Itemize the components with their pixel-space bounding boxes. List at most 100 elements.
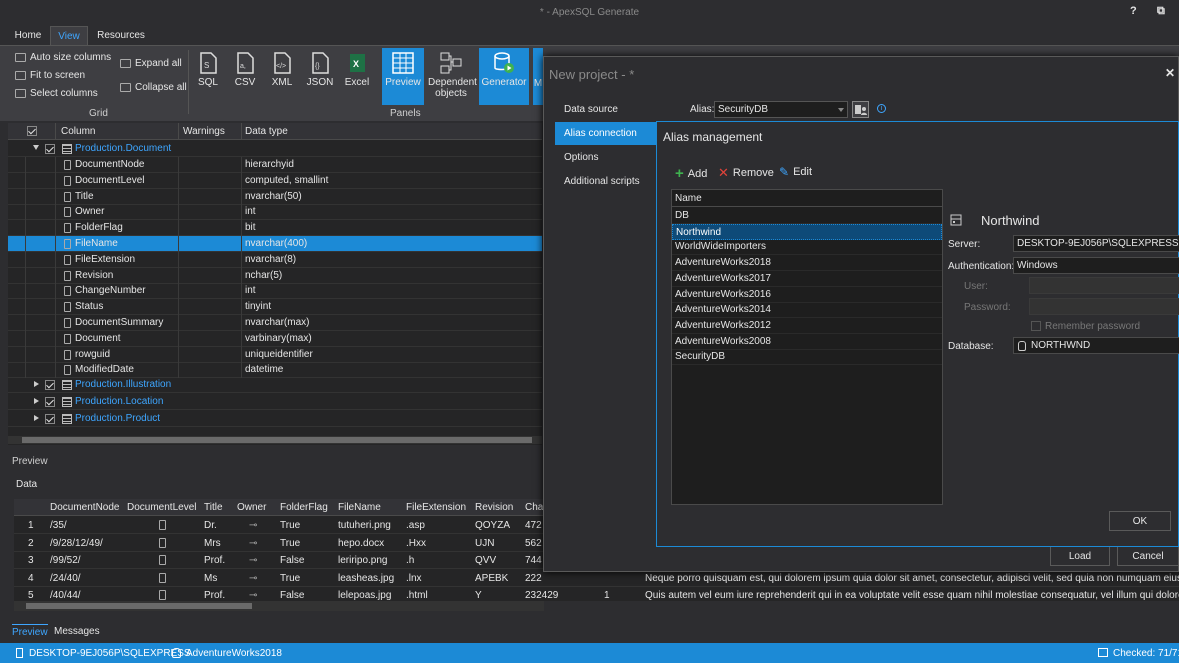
preview-col-header[interactable]: Title — [204, 502, 223, 513]
restore-button[interactable]: ⧉ — [1157, 5, 1165, 18]
generator-button[interactable]: Generator — [479, 48, 529, 105]
preview-col-header[interactable]: FolderFlag — [280, 502, 328, 513]
select-all-checkbox[interactable] — [27, 126, 37, 136]
remove-alias-button[interactable]: ✕ Remove — [718, 165, 774, 181]
alias-list-item[interactable]: AdventureWorks2018 — [672, 255, 942, 272]
alias-list-item[interactable]: AdventureWorks2008 — [672, 334, 942, 350]
column-row[interactable]: Document varbinary(max) — [8, 330, 542, 347]
help-button[interactable]: ? — [1130, 5, 1137, 17]
alias-list-item[interactable]: WorldWideImporters — [672, 239, 942, 256]
expand-arrow-icon[interactable] — [34, 398, 39, 404]
table-row-production-location[interactable]: Production.Location — [8, 394, 542, 410]
preview-button[interactable]: Preview — [382, 48, 424, 105]
row-number: 2 — [28, 537, 34, 549]
xml-button[interactable]: </> XML — [267, 48, 297, 105]
column-row[interactable]: Status tinyint — [8, 299, 542, 316]
row-checkbox[interactable] — [45, 397, 55, 407]
csv-button[interactable]: a, CSV — [230, 48, 260, 105]
alias-list-item[interactable]: AdventureWorks2016 — [672, 287, 942, 303]
excel-label: Excel — [344, 77, 370, 88]
scroll-thumb[interactable] — [26, 603, 252, 609]
plus-icon: + — [675, 165, 684, 182]
nav-additional-scripts[interactable]: Additional scripts — [555, 170, 656, 193]
column-row[interactable]: Owner int — [8, 204, 542, 221]
column-row[interactable]: Revision nchar(5) — [8, 267, 542, 284]
preview-col-header[interactable]: DocumentLevel — [127, 502, 196, 513]
remember-password-checkbox[interactable] — [1031, 321, 1041, 331]
server-field[interactable]: DESKTOP-9EJ056P\SQLEXPRESS — [1013, 235, 1179, 252]
excel-button[interactable]: X Excel — [341, 48, 373, 105]
preview-col-header[interactable]: Cha — [525, 502, 543, 513]
column-row[interactable]: ChangeNumber int — [8, 283, 542, 300]
nav-alias-connection[interactable]: Alias connection — [555, 122, 656, 145]
row-checkbox[interactable] — [45, 144, 55, 154]
preview-col-header[interactable]: Owner — [237, 502, 266, 513]
close-icon[interactable]: ✕ — [1165, 66, 1175, 80]
nav-data-source[interactable]: Data source — [555, 98, 656, 121]
user-field[interactable] — [1029, 277, 1179, 294]
ok-button[interactable]: OK — [1109, 511, 1171, 531]
alias-dropdown[interactable]: SecurityDB — [714, 101, 848, 118]
expand-arrow-icon[interactable] — [34, 415, 39, 421]
alias-list-item[interactable]: Northwind — [672, 223, 942, 240]
preview-row[interactable]: 4/24/40/Ms ⊸ True leasheas.jpg .lnx APEBK 222 N… — [14, 570, 1179, 587]
header-warnings[interactable]: Warnings — [183, 126, 225, 137]
preview-horizontal-scrollbar[interactable] — [14, 601, 544, 611]
alias-list-item[interactable]: AdventureWorks2014 — [672, 302, 942, 319]
add-alias-button[interactable]: + Add — [675, 165, 707, 182]
alias-list-item[interactable]: DB — [672, 208, 942, 224]
sql-button[interactable]: S SQL — [193, 48, 223, 105]
info-icon[interactable]: i — [877, 104, 886, 113]
auto-size-columns-button[interactable]: Auto size columns — [15, 52, 111, 63]
preview-col-header[interactable]: Revision — [475, 502, 513, 513]
row-checkbox[interactable] — [45, 380, 55, 390]
nav-options[interactable]: Options — [555, 146, 656, 169]
expand-all-button[interactable]: Expand all — [120, 58, 182, 69]
column-row[interactable]: DocumentLevel computed, smallint — [8, 172, 542, 189]
authentication-dropdown[interactable]: Windows — [1013, 257, 1179, 274]
table-row-production-product[interactable]: Production.Product — [8, 411, 542, 427]
preview-col-header[interactable]: FileName — [338, 502, 381, 513]
table-row-production-document[interactable]: Production.Document — [8, 141, 542, 157]
header-data-type[interactable]: Data type — [245, 126, 288, 137]
column-row[interactable]: rowguid uniqueidentifier — [8, 346, 542, 363]
fit-to-screen-button[interactable]: Fit to screen — [15, 70, 85, 81]
header-column[interactable]: Column — [61, 126, 95, 137]
grid-horizontal-scrollbar[interactable] — [8, 436, 542, 444]
tab-home[interactable]: Home — [10, 26, 46, 45]
column-row[interactable]: Title nvarchar(50) — [8, 188, 542, 205]
tab-resources[interactable]: Resources — [94, 26, 148, 45]
database-dropdown[interactable]: NORTHWND — [1013, 337, 1179, 354]
collapse-arrow-icon[interactable] — [33, 145, 39, 150]
column-row[interactable]: DocumentNode hierarchyid — [8, 157, 542, 173]
json-button[interactable]: {} JSON — [304, 48, 336, 105]
password-field[interactable] — [1029, 298, 1179, 315]
scroll-thumb[interactable] — [22, 437, 532, 443]
alias-list-item[interactable]: AdventureWorks2012 — [672, 318, 942, 334]
select-columns-button[interactable]: Select columns — [15, 88, 98, 99]
cancel-button[interactable]: Cancel — [1117, 546, 1179, 566]
preview-col-header[interactable]: FileExtension — [406, 502, 466, 513]
tab-messages[interactable]: Messages — [54, 624, 100, 639]
alias-list-item[interactable]: AdventureWorks2017 — [672, 271, 942, 287]
more-button[interactable]: M — [533, 48, 543, 105]
expand-arrow-icon[interactable] — [34, 381, 39, 387]
column-row[interactable]: DocumentSummary nvarchar(max) — [8, 315, 542, 331]
column-row[interactable]: FolderFlag bit — [8, 220, 542, 237]
table-row-production-illustration[interactable]: Production.Illustration — [8, 377, 542, 393]
column-row[interactable]: ModifiedDate datetime — [8, 362, 542, 379]
database-icon — [172, 648, 181, 658]
column-row[interactable]: FileExtension nvarchar(8) — [8, 251, 542, 268]
collapse-all-button[interactable]: Collapse all — [120, 82, 187, 93]
row-checkbox[interactable] — [45, 414, 55, 424]
alias-management-button[interactable] — [852, 101, 869, 118]
tab-preview[interactable]: Preview — [12, 624, 48, 639]
alias-list-item[interactable]: SecurityDB — [672, 349, 942, 366]
dependent-objects-button[interactable]: Dependent objects — [428, 48, 477, 105]
preview-row[interactable]: 5/40/44/Prof. ⊸ False lelepoas.jpg .html Y 232… — [14, 587, 1179, 601]
column-row[interactable]: FileName nvarchar(400) — [8, 236, 542, 252]
tab-view[interactable]: View — [50, 26, 88, 45]
edit-alias-button[interactable]: ✎ Edit — [779, 165, 812, 179]
preview-col-header[interactable]: DocumentNode — [50, 502, 119, 513]
load-button[interactable]: Load — [1050, 546, 1110, 566]
